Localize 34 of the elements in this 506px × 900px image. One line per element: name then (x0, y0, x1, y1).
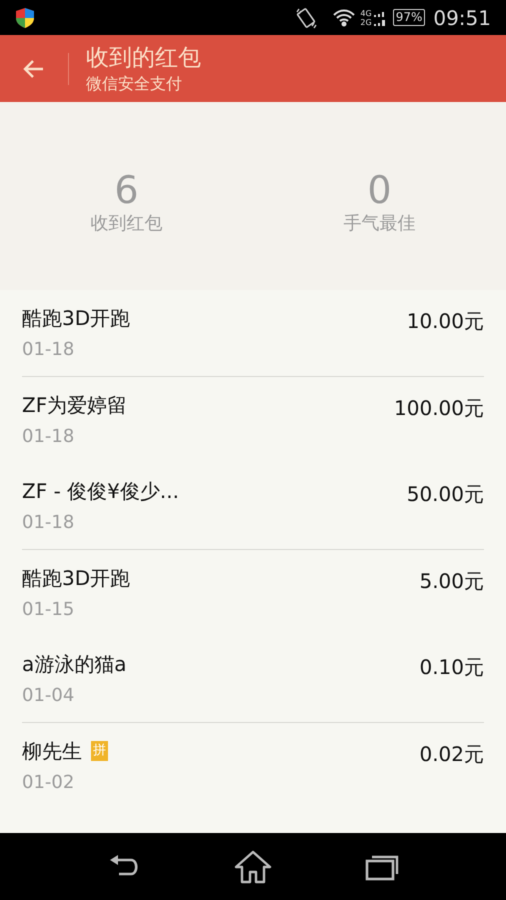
sender-name: 酷跑3D开跑 (22, 564, 130, 592)
wifi-icon (332, 8, 356, 28)
received-date: 01-04 (22, 684, 76, 708)
home-nav-button[interactable] (234, 850, 272, 884)
received-date: 01-02 (22, 770, 76, 795)
page-title: 收到的红包 (86, 44, 201, 72)
received-date: 01-18 (22, 338, 76, 362)
group-badge: 拼 (91, 740, 108, 761)
amount: 5.00元 (419, 568, 484, 595)
network-label: 4G (360, 8, 372, 18)
amount: 0.10元 (419, 654, 484, 682)
sender-name: ZF为爱婷留 (22, 392, 128, 419)
back-arrow-icon (23, 58, 45, 78)
amount: 100.00元 (394, 394, 484, 422)
received-date: 01-15 (22, 598, 76, 622)
stat-value: 0 (367, 168, 392, 212)
amount: 50.00元 (406, 481, 484, 508)
sender-name: a游泳的猫a (22, 651, 127, 678)
received-date: 01-18 (22, 424, 76, 449)
sender-name: 柳先生 (22, 738, 82, 765)
clock-time: 09:51 (433, 4, 491, 32)
stat-label: 收到红包 (90, 212, 162, 236)
amount: 0.02元 (419, 740, 484, 768)
sender-name: ZF - 俊俊¥俊少... (22, 478, 179, 506)
received-date: 01-18 (22, 511, 76, 536)
page-subtitle: 微信安全支付 (86, 72, 183, 94)
network-label: 2G (360, 18, 372, 26)
stat-label: 手气最佳 (344, 212, 416, 236)
battery-indicator: 97% (392, 9, 426, 26)
vibrate-icon (294, 6, 318, 30)
stat-value: 6 (114, 168, 139, 212)
shield-icon (15, 6, 35, 28)
sender-name: 酷跑3D开跑 (22, 305, 130, 332)
amount: 10.00元 (406, 308, 484, 335)
